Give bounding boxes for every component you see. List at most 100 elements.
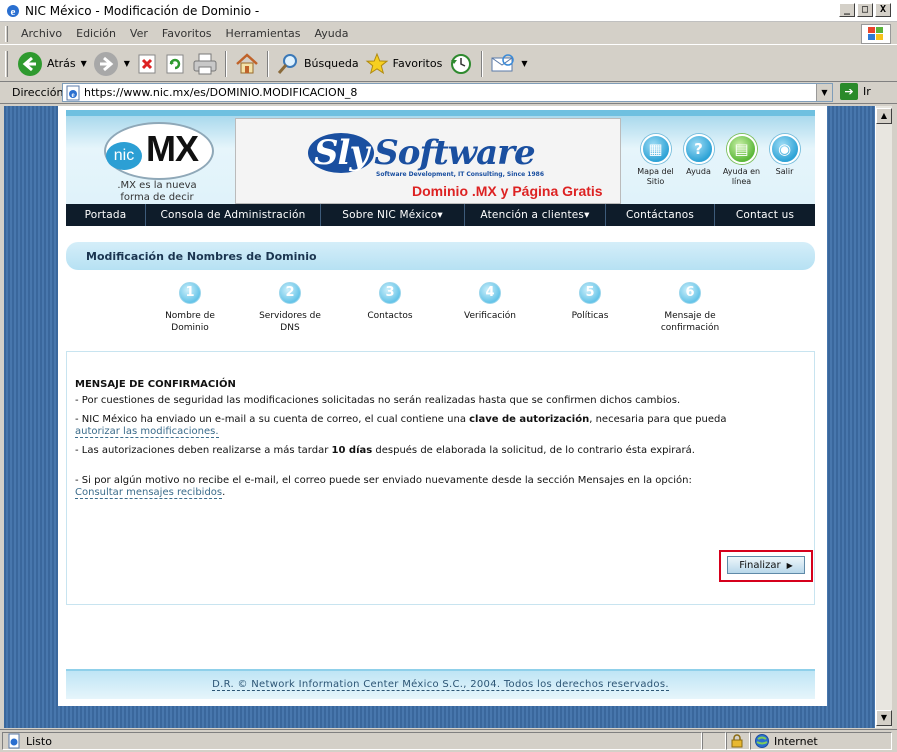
menu-herramientas[interactable]: Herramientas	[219, 27, 308, 40]
header-icons: ▦ Mapa del Sitio ? Ayuda ▤ Ayuda en líne…	[634, 134, 806, 187]
deadline-text-a: - Las autorizaciones deben realizarse a …	[75, 445, 332, 456]
back-label: Atrás	[47, 57, 76, 70]
confirmation-heading: MENSAJE DE CONFIRMACIÓN	[75, 379, 236, 390]
back-arrow-icon	[18, 51, 42, 76]
minimize-button[interactable]: _	[839, 3, 855, 17]
page-footer: D.R. © Network Information Center México…	[66, 669, 815, 699]
help-icon: ?	[683, 134, 714, 164]
standard-toolbar: Atrás ▼ ▼ Búsqueda Favoritos ▼	[0, 46, 897, 82]
status-blank-cell	[702, 732, 726, 750]
scroll-down-button[interactable]: ▼	[876, 710, 892, 726]
home-button[interactable]	[231, 49, 263, 79]
search-button[interactable]: Búsqueda	[273, 49, 362, 79]
status-text: Listo	[26, 734, 52, 748]
maximize-button[interactable]: □	[857, 3, 873, 17]
favorites-button[interactable]: Favoritos	[362, 49, 446, 79]
address-bar: Dirección e https://www.nic.mx/es/DOMINI…	[0, 82, 897, 104]
step-number: 6	[679, 282, 701, 304]
close-button[interactable]: X	[875, 3, 891, 17]
address-dropdown-button[interactable]: ▼	[816, 84, 832, 101]
chevron-down-icon[interactable]: ▼	[124, 59, 130, 68]
menu-archivo[interactable]: Archivo	[14, 27, 69, 40]
refresh-button[interactable]	[161, 49, 189, 79]
stop-button[interactable]	[133, 49, 161, 79]
search-icon	[277, 53, 297, 74]
play-arrow-icon: ▶	[786, 560, 793, 570]
finish-highlight: Finalizar ▶	[719, 550, 813, 582]
mail-button[interactable]: ▼	[487, 49, 530, 79]
resend-text: - Si por algún motivo no recibe el e-mai…	[75, 475, 692, 486]
page-done-icon	[8, 733, 20, 749]
deadline-days: 10 días	[331, 445, 373, 456]
nav-consola[interactable]: Consola de Administración	[146, 204, 321, 226]
nav-sobre-nic[interactable]: Sobre NIC México▾	[321, 204, 465, 226]
security-paragraph: - Por cuestiones de seguridad las modifi…	[75, 395, 681, 406]
ie-icon: e	[5, 3, 21, 19]
online-help-link[interactable]: ▤ Ayuda en línea	[720, 134, 763, 187]
section-title: Modificación de Nombres de Dominio	[86, 249, 317, 263]
forward-arrow-icon	[93, 51, 118, 76]
toolbar-grip	[5, 25, 8, 42]
help-link[interactable]: ? Ayuda	[677, 134, 720, 187]
vertical-scrollbar[interactable]: ▲ ▼	[875, 106, 892, 728]
status-lock-cell	[726, 732, 750, 750]
star-icon	[365, 52, 389, 74]
menu-edicion[interactable]: Edición	[69, 27, 123, 40]
deadline-paragraph: - Las autorizaciones deben realizarse a …	[75, 445, 735, 457]
refresh-icon	[166, 54, 184, 73]
step-label: Contactos	[367, 311, 413, 321]
received-messages-link[interactable]: Consultar mensajes recibidos	[75, 487, 223, 499]
site-header: nic MX .MX es la nueva forma de decir Mé…	[66, 110, 815, 215]
history-button[interactable]	[445, 49, 477, 79]
print-button[interactable]	[189, 49, 221, 79]
nav-contactanos[interactable]: Contáctanos	[606, 204, 715, 226]
window-title: NIC México - Modificación de Dominio -	[25, 3, 260, 18]
back-button[interactable]: Atrás ▼	[14, 49, 90, 79]
nav-portada[interactable]: Portada	[66, 204, 146, 226]
step-5: 5 Políticas	[550, 282, 630, 322]
sitemap-label: Mapa del Sitio	[637, 167, 674, 186]
nav-contact-us[interactable]: Contact us	[715, 204, 815, 226]
logout-icon: ◉	[769, 134, 800, 164]
address-label: Dirección	[12, 86, 64, 99]
copyright-link[interactable]: D.R. © Network Information Center México…	[212, 679, 669, 691]
nav-atencion[interactable]: Atención a clientes▾	[465, 204, 606, 226]
forward-button[interactable]: ▼	[90, 49, 133, 79]
chevron-down-icon[interactable]: ▼	[81, 59, 87, 68]
web-page: nic MX .MX es la nueva forma de decir Mé…	[58, 106, 827, 706]
email-paragraph: - NIC México ha enviado un e-mail a su c…	[75, 414, 735, 438]
step-number: 2	[279, 282, 301, 304]
authorize-link[interactable]: autorizar las modificaciones.	[75, 426, 219, 438]
menu-favoritos[interactable]: Favoritos	[155, 27, 219, 40]
step-3: 3 Contactos	[350, 282, 430, 322]
step-label: Servidores de DNS	[259, 311, 321, 333]
sitemap-icon: ▦	[640, 134, 671, 164]
browser-viewport: nic MX .MX es la nueva forma de decir Mé…	[4, 106, 875, 728]
sitemap-link[interactable]: ▦ Mapa del Sitio	[634, 134, 677, 187]
step-label: Mensaje de confirmación	[660, 311, 720, 333]
menu-ver[interactable]: Ver	[123, 27, 155, 40]
finish-label: Finalizar	[739, 559, 781, 571]
main-nav: Portada Consola de Administración Sobre …	[66, 204, 815, 226]
online-help-icon: ▤	[726, 134, 757, 164]
svg-text:e: e	[11, 6, 16, 18]
finish-button[interactable]: Finalizar ▶	[727, 556, 805, 574]
help-label: Ayuda	[686, 167, 711, 176]
step-4: 4 Verificación	[450, 282, 530, 322]
go-button[interactable]: ➔ Ir	[840, 83, 871, 100]
address-input[interactable]: e https://www.nic.mx/es/DOMINIO.MODIFICA…	[62, 83, 833, 102]
step-number: 5	[579, 282, 601, 304]
scroll-up-button[interactable]: ▲	[876, 108, 892, 124]
email-text-c: , necesaria para que pueda	[589, 414, 727, 425]
go-label: Ir	[863, 85, 871, 98]
sly-software-banner[interactable]: Sly Software Software Development, IT Con…	[235, 118, 621, 204]
menu-ayuda[interactable]: Ayuda	[307, 27, 355, 40]
logout-link[interactable]: ◉ Salir	[763, 134, 806, 187]
menu-bar: Archivo Edición Ver Favoritos Herramient…	[0, 23, 897, 45]
logout-label: Salir	[775, 167, 794, 176]
step-1: 1 Nombre de Dominio	[150, 282, 230, 334]
banner-promo: Dominio .MX y Página Gratis	[412, 183, 603, 199]
history-icon	[451, 53, 472, 74]
step-label: Verificación	[464, 311, 516, 321]
chevron-down-icon[interactable]: ▼	[521, 59, 527, 68]
